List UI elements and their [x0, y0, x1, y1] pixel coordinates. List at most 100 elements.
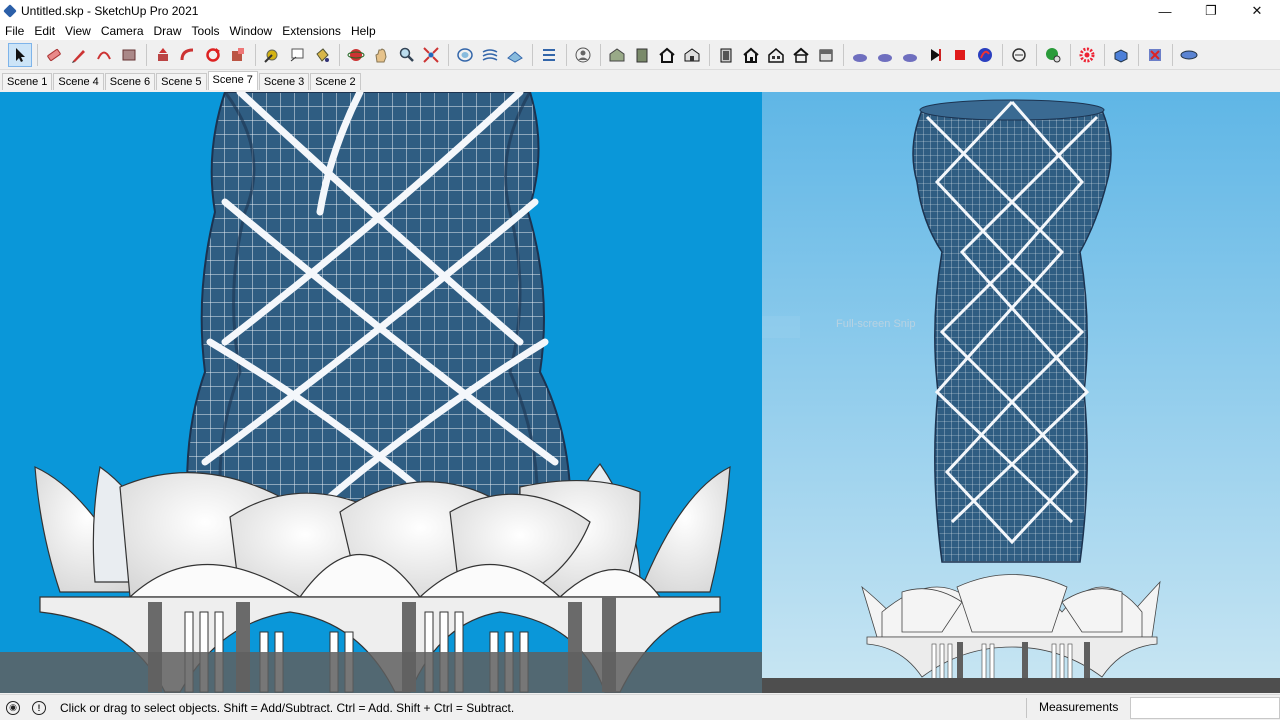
- house-back-icon: [768, 47, 784, 63]
- bub-plugin-button[interactable]: [898, 43, 922, 67]
- pan-tool-button[interactable]: [369, 43, 393, 67]
- scene-tab-1[interactable]: Scene 1: [2, 73, 53, 90]
- 3d-warehouse-icon: [609, 47, 625, 61]
- scene-tab-5[interactable]: Scene 5: [156, 73, 207, 90]
- house-bottom-icon: [819, 49, 833, 61]
- settings-gear-button[interactable]: [1075, 43, 1099, 67]
- menu-view[interactable]: View: [60, 24, 96, 38]
- toolbar-separator: [448, 43, 449, 66]
- toolbar-separator: [1070, 43, 1071, 66]
- window-title: Untitled.skp - SketchUp Pro 2021: [21, 4, 199, 18]
- play-plugin-button[interactable]: [923, 43, 947, 67]
- scene-tab-2[interactable]: Scene 2: [310, 73, 361, 90]
- book-icon: [636, 48, 648, 62]
- skin-plugin-button[interactable]: [848, 43, 872, 67]
- text-tool-button[interactable]: [285, 43, 309, 67]
- zoom-tool-button[interactable]: [394, 43, 418, 67]
- menu-extensions[interactable]: Extensions: [277, 24, 346, 38]
- geo-location-button[interactable]: [1041, 43, 1065, 67]
- scene-tab-7[interactable]: Scene 7: [207, 71, 258, 90]
- sandbox-contours-icon: [457, 47, 473, 62]
- arc-tool-button[interactable]: [92, 43, 116, 67]
- front-view-button[interactable]: [714, 43, 738, 67]
- sandbox-tool-button-4[interactable]: [537, 43, 561, 67]
- section-icon: [1012, 47, 1026, 62]
- intersect-icon: [1149, 48, 1161, 61]
- eraser-tool-button[interactable]: [42, 43, 66, 67]
- menu-help[interactable]: Help: [346, 24, 381, 38]
- geolocation-status-icon[interactable]: ◉: [6, 700, 20, 715]
- tape-measure-icon: [264, 49, 278, 63]
- follow-me-tool-button[interactable]: [176, 43, 200, 67]
- menu-edit[interactable]: Edit: [29, 24, 60, 38]
- shape-tool-button[interactable]: [117, 43, 141, 67]
- house-top-icon: [684, 47, 700, 61]
- mover-plugin-button[interactable]: [973, 43, 997, 67]
- toolbar-separator: [146, 43, 147, 66]
- window-controls: — ❐ ✕: [1142, 0, 1280, 22]
- scene-tabs: Scene 1 Scene 4 Scene 6 Scene 5 Scene 7 …: [0, 70, 1280, 90]
- measurements-input[interactable]: [1130, 697, 1280, 719]
- left-view-button[interactable]: [789, 43, 813, 67]
- menu-tools[interactable]: Tools: [187, 24, 225, 38]
- iso-view-button[interactable]: [655, 43, 679, 67]
- sandbox-tool-button-3[interactable]: [503, 43, 527, 67]
- menu-window[interactable]: Window: [225, 24, 278, 38]
- close-button[interactable]: ✕: [1234, 0, 1280, 22]
- snip-overlay-box: [762, 316, 800, 338]
- push-pull-tool-button[interactable]: [151, 43, 175, 67]
- house-front-icon: [720, 48, 732, 62]
- viewport-full-tower[interactable]: Full-screen Snip: [762, 92, 1280, 693]
- status-separator: [1026, 698, 1027, 718]
- top-view-button[interactable]: [680, 43, 704, 67]
- warehouse-button-2[interactable]: [630, 43, 654, 67]
- scene-tab-3[interactable]: Scene 3: [258, 73, 310, 90]
- toolbar-separator: [1036, 43, 1037, 66]
- orbit-tool-button[interactable]: [344, 43, 368, 67]
- section-plane-button[interactable]: [1007, 43, 1031, 67]
- mover-icon: [978, 47, 992, 62]
- intersect-button[interactable]: [1143, 43, 1167, 67]
- line-tool-button[interactable]: [67, 43, 91, 67]
- menu-draw[interactable]: Draw: [149, 24, 187, 38]
- solid-cube-icon: [1114, 48, 1128, 63]
- back-view-button[interactable]: [764, 43, 788, 67]
- scale-tool-button[interactable]: [226, 43, 250, 67]
- bottom-view-button[interactable]: [814, 43, 838, 67]
- hand-icon: [375, 47, 387, 62]
- status-bar: ◉ ! Click or drag to select objects. Shi…: [0, 694, 1280, 720]
- house-right-icon: [743, 47, 759, 63]
- zoom-extents-button[interactable]: [419, 43, 443, 67]
- tower-full-render: [762, 99, 1280, 693]
- sandbox-smoove-icon: [507, 50, 523, 63]
- sandbox-tool-button-2[interactable]: [478, 43, 502, 67]
- eraser-icon: [47, 48, 61, 61]
- paint-bucket-tool-button[interactable]: [310, 43, 334, 67]
- select-tool-button[interactable]: [8, 42, 32, 67]
- viewport-closeup[interactable]: [0, 92, 762, 693]
- rectangle-icon: [122, 49, 136, 60]
- orbit-icon: [347, 48, 365, 61]
- account-button[interactable]: [571, 43, 595, 67]
- minimize-button[interactable]: —: [1142, 0, 1188, 22]
- magnifier-icon: [399, 47, 414, 62]
- gear-icon: [1079, 47, 1095, 62]
- text-icon: [290, 48, 304, 61]
- tower-closeup-render: [0, 92, 762, 693]
- sandbox-tool-button-1[interactable]: [453, 43, 477, 67]
- stop-plugin-button[interactable]: [948, 43, 972, 67]
- xy-plugin-button[interactable]: [873, 43, 897, 67]
- warehouse-button-1[interactable]: [605, 43, 629, 67]
- menu-camera[interactable]: Camera: [96, 24, 149, 38]
- tape-measure-tool-button[interactable]: [260, 43, 284, 67]
- sandbox-flip-icon: [543, 48, 555, 61]
- solid-tools-button[interactable]: [1109, 43, 1133, 67]
- scene-tab-6[interactable]: Scene 6: [104, 73, 156, 90]
- scene-tab-4[interactable]: Scene 4: [53, 73, 104, 90]
- menu-file[interactable]: File: [0, 24, 29, 38]
- instructor-info-icon[interactable]: !: [32, 700, 46, 715]
- restore-button[interactable]: ❐: [1188, 0, 1234, 22]
- right-view-button[interactable]: [739, 43, 763, 67]
- rotate-tool-button[interactable]: [201, 43, 225, 67]
- extension-button[interactable]: [1177, 43, 1201, 67]
